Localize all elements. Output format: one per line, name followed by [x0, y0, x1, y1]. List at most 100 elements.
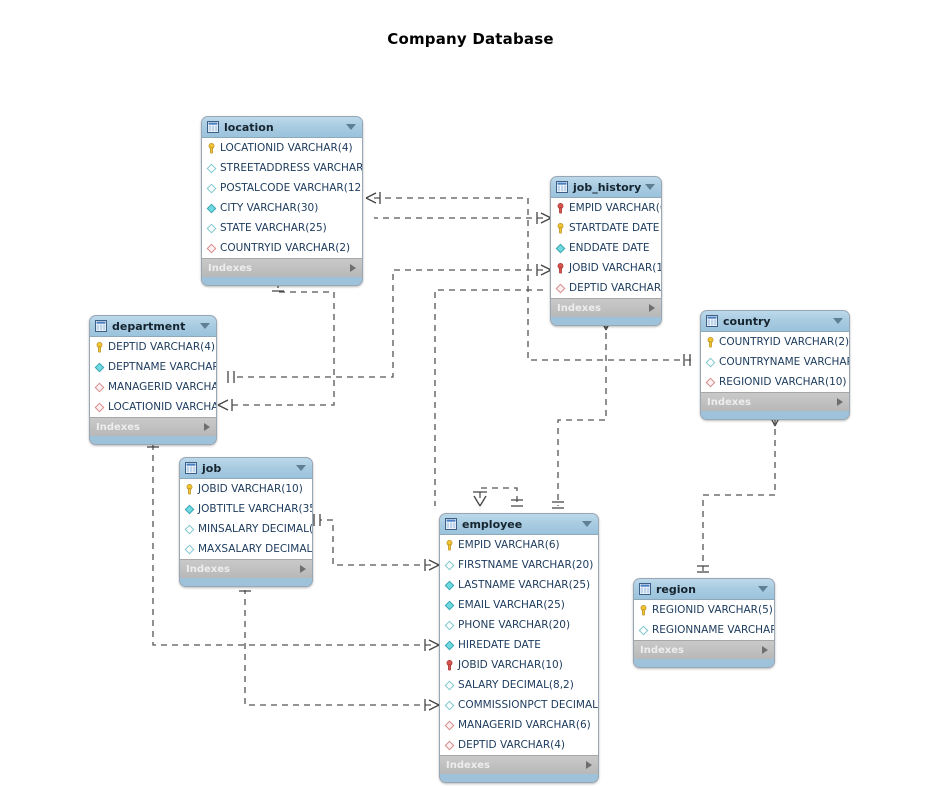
attribute-row[interactable]: STREETADDRESS VARCHAR(40) [202, 158, 362, 178]
attribute-row[interactable]: COUNTRYNAME VARCHAR(40) [701, 352, 849, 372]
attribute-row[interactable]: JOBID VARCHAR(10) [180, 479, 312, 499]
hollow-cyan-diamond-icon [705, 357, 716, 367]
hollow-cyan-diamond-icon [444, 620, 455, 630]
attribute-row[interactable]: CITY VARCHAR(30) [202, 198, 362, 218]
attribute-label: POSTALCODE VARCHAR(12) [220, 181, 363, 194]
entity-table-job_history[interactable]: job_history EMPID VARCHAR(6) STARTDATE DAT… [550, 176, 662, 326]
attribute-row[interactable]: POSTALCODE VARCHAR(12) [202, 178, 362, 198]
indexes-bar-employee[interactable]: Indexes [440, 755, 598, 774]
attribute-row[interactable]: JOBTITLE VARCHAR(35) [180, 499, 312, 519]
attribute-label: JOBID VARCHAR(10) [458, 658, 563, 671]
attribute-row[interactable]: DEPTID VARCHAR(4) [440, 735, 598, 755]
attribute-row[interactable]: STATE VARCHAR(25) [202, 218, 362, 238]
attribute-label: JOBID VARCHAR(10) [569, 261, 661, 274]
page-title: Company Database [387, 30, 554, 48]
attribute-row[interactable]: MAXSALARY DECIMAL(6,0) [180, 539, 312, 559]
indexes-bar-location[interactable]: Indexes [202, 258, 362, 277]
entity-header-country[interactable]: country [701, 311, 849, 332]
chevron-right-icon[interactable] [350, 264, 356, 272]
filled-cyan-diamond-icon [94, 362, 105, 372]
indexes-label: Indexes [186, 563, 230, 575]
attribute-list-employee: EMPID VARCHAR(6) FIRSTNAME VARCHAR(20) LAS… [440, 535, 598, 755]
chevron-down-icon[interactable] [346, 124, 356, 130]
attribute-row[interactable]: MANAGERID VARCHAR(6) [440, 715, 598, 735]
attribute-label: MANAGERID VARCHAR(6) [458, 718, 591, 731]
chevron-right-icon[interactable] [762, 646, 768, 654]
hollow-cyan-diamond-icon [206, 163, 217, 173]
entity-header-region[interactable]: region [634, 579, 774, 600]
entity-header-job_history[interactable]: job_history [551, 177, 661, 198]
attribute-row[interactable]: LASTNAME VARCHAR(25) [440, 575, 598, 595]
indexes-bar-job_history[interactable]: Indexes [551, 298, 661, 317]
chevron-right-icon[interactable] [586, 761, 592, 769]
attribute-label: REGIONNAME VARCHAR(25) [652, 623, 774, 636]
attribute-row[interactable]: JOBID VARCHAR(10) [551, 258, 661, 278]
attribute-list-country: COUNTRYID VARCHAR(2) COUNTRYNAME VARCHAR(… [701, 332, 849, 392]
attribute-row[interactable]: JOBID VARCHAR(10) [440, 655, 598, 675]
attribute-label: STATE VARCHAR(25) [220, 221, 327, 234]
attribute-row[interactable]: MANAGERID VARCHAR(6) [90, 377, 216, 397]
relation-country-region [702, 418, 776, 571]
entity-header-department[interactable]: department [90, 316, 216, 337]
table-icon [185, 462, 197, 474]
attribute-row[interactable]: COUNTRYID VARCHAR(2) [701, 332, 849, 352]
attribute-row[interactable]: STARTDATE DATE [551, 218, 661, 238]
chevron-right-icon[interactable] [837, 398, 843, 406]
chevron-right-icon[interactable] [204, 423, 210, 431]
indexes-bar-country[interactable]: Indexes [701, 392, 849, 411]
hollow-cyan-diamond-icon [184, 524, 195, 534]
chevron-right-icon[interactable] [300, 565, 306, 573]
chevron-down-icon[interactable] [582, 521, 592, 527]
chevron-down-icon[interactable] [758, 586, 768, 592]
attribute-row[interactable]: REGIONID VARCHAR(10) [701, 372, 849, 392]
attribute-row[interactable]: COUNTRYID VARCHAR(2) [202, 238, 362, 258]
chevron-down-icon[interactable] [200, 323, 210, 329]
entity-header-employee[interactable]: employee [440, 514, 598, 535]
attribute-row[interactable]: EMPID VARCHAR(6) [551, 198, 661, 218]
hollow-cyan-diamond-icon [206, 183, 217, 193]
attribute-row[interactable]: REGIONID VARCHAR(5) [634, 600, 774, 620]
attribute-row[interactable]: HIREDATE DATE [440, 635, 598, 655]
indexes-bar-department[interactable]: Indexes [90, 417, 216, 436]
relation-jobhistory-employee [557, 322, 607, 506]
attribute-row[interactable]: ENDDATE DATE [551, 238, 661, 258]
attribute-row[interactable]: EMPID VARCHAR(6) [440, 535, 598, 555]
table-icon [706, 315, 718, 327]
attribute-label: FIRSTNAME VARCHAR(20) [458, 558, 594, 571]
indexes-label: Indexes [640, 644, 684, 656]
attribute-row[interactable]: COMMISSIONPCT DECIMAL(2,2) [440, 695, 598, 715]
attribute-label: JOBID VARCHAR(10) [198, 482, 303, 495]
entity-header-location[interactable]: location [202, 117, 362, 138]
chevron-down-icon[interactable] [645, 184, 656, 190]
entity-table-location[interactable]: location LOCATIONID VARCHAR(4) STREETADDRE… [201, 116, 363, 286]
attribute-row[interactable]: DEPTID VARCHAR(4) [551, 278, 661, 298]
chevron-down-icon[interactable] [296, 465, 306, 471]
entity-table-department[interactable]: department DEPTID VARCHAR(4) DEPTNAME VARC… [89, 315, 217, 445]
entity-table-country[interactable]: country COUNTRYID VARCHAR(2) COUNTRYNAME V… [700, 310, 850, 420]
indexes-bar-job[interactable]: Indexes [180, 559, 312, 578]
chevron-down-icon[interactable] [833, 318, 843, 324]
hollow-red-diamond-icon [705, 377, 716, 387]
attribute-row[interactable]: LOCATIONID VARCHAR(4) [90, 397, 216, 417]
indexes-bar-region[interactable]: Indexes [634, 640, 774, 659]
attribute-row[interactable]: DEPTNAME VARCHAR(30) [90, 357, 216, 377]
attribute-label: COUNTRYID VARCHAR(2) [220, 241, 351, 254]
attribute-row[interactable]: FIRSTNAME VARCHAR(20) [440, 555, 598, 575]
red-key-icon [446, 659, 453, 671]
attribute-row[interactable]: SALARY DECIMAL(8,2) [440, 675, 598, 695]
entity-header-job[interactable]: job [180, 458, 312, 479]
hollow-red-diamond-icon [94, 382, 105, 392]
attribute-list-location: LOCATIONID VARCHAR(4) STREETADDRESS VARCH… [202, 138, 362, 258]
attribute-row[interactable]: EMAIL VARCHAR(25) [440, 595, 598, 615]
entity-table-job[interactable]: job JOBID VARCHAR(10) JOBTITLE VARCHAR(35)… [179, 457, 313, 587]
attribute-label: COUNTRYNAME VARCHAR(40) [719, 355, 849, 368]
attribute-row[interactable]: MINSALARY DECIMAL(6,0) [180, 519, 312, 539]
entity-table-region[interactable]: region REGIONID VARCHAR(5) REGIONNAME VARC… [633, 578, 775, 668]
attribute-row[interactable]: LOCATIONID VARCHAR(4) [202, 138, 362, 158]
attribute-label: EMAIL VARCHAR(25) [458, 598, 565, 611]
attribute-row[interactable]: PHONE VARCHAR(20) [440, 615, 598, 635]
entity-table-employee[interactable]: employee EMPID VARCHAR(6) FIRSTNAME VARCHA… [439, 513, 599, 783]
attribute-row[interactable]: REGIONNAME VARCHAR(25) [634, 620, 774, 640]
attribute-row[interactable]: DEPTID VARCHAR(4) [90, 337, 216, 357]
chevron-right-icon[interactable] [649, 304, 655, 312]
